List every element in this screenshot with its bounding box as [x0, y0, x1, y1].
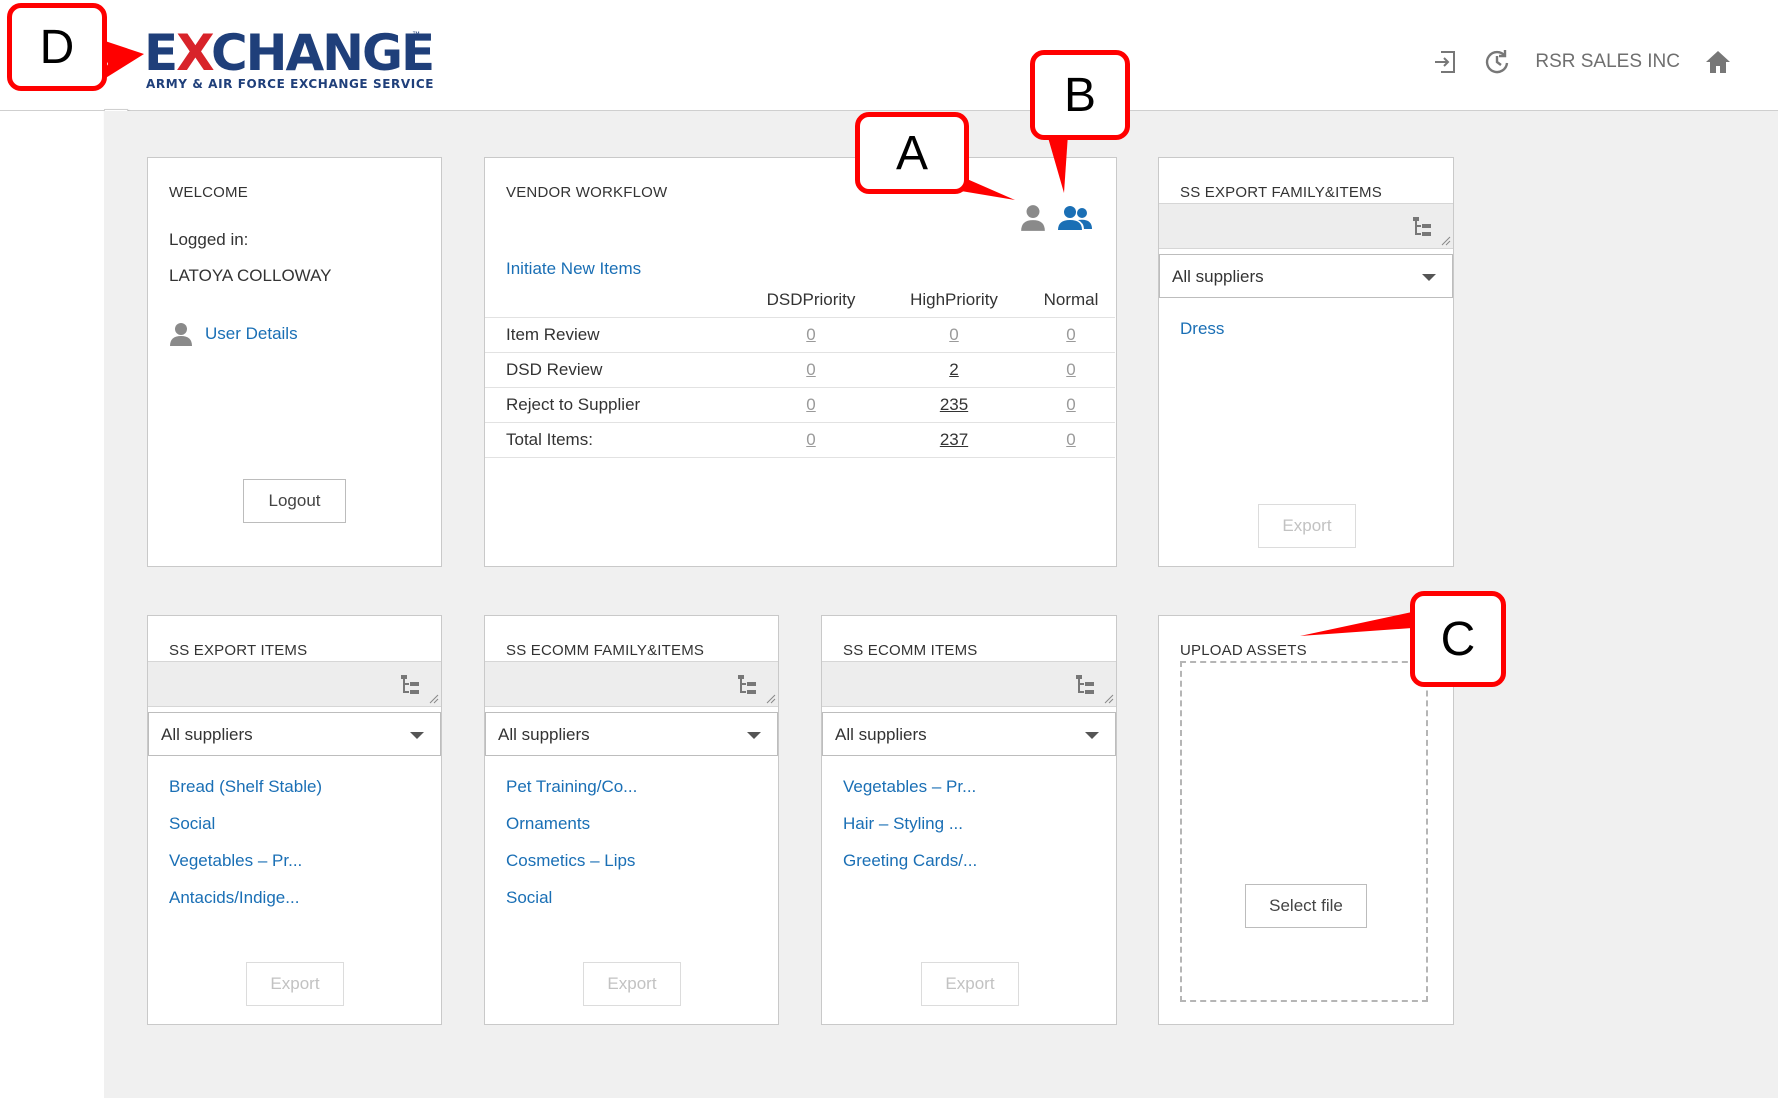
annotation-label-a: A	[855, 112, 969, 194]
annotation-label-b: B	[1030, 50, 1130, 140]
annotation-label-c: C	[1410, 591, 1506, 687]
annotation-label-d: D	[7, 3, 107, 91]
page: EXCHANGE ™ ARMY & AIR FORCE EXCHANGE SER…	[0, 0, 1778, 1098]
